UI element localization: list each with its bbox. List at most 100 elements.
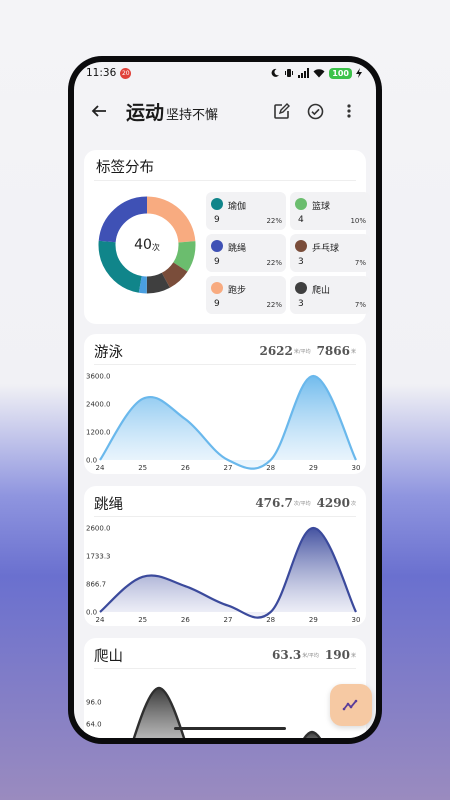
legend-count: 3 (298, 257, 304, 267)
home-indicator (174, 727, 286, 730)
card-title: 游泳 (94, 344, 123, 361)
y-tick-label: 3600.0 (86, 373, 111, 381)
x-tick-label: 28 (266, 616, 275, 624)
total-value: 7866 (316, 344, 350, 358)
legend-percent: 10% (350, 217, 366, 225)
back-button[interactable] (86, 98, 112, 124)
status-time: 11:36 (86, 67, 117, 79)
legend-name: 乒乓球 (312, 244, 340, 254)
legend-name: 爬山 (312, 286, 331, 296)
legend-item: 瑜伽 9 22% (206, 192, 286, 230)
legend-name: 跳绳 (228, 244, 247, 254)
legend-item: 爬山 3 7% (290, 276, 370, 314)
average-value: 2622 (259, 344, 293, 358)
legend-percent: 7% (354, 301, 366, 309)
trend-fab-button[interactable] (330, 684, 372, 726)
vibrate-icon (285, 69, 294, 77)
tag-distribution-card: 标签分布 40 次 瑜伽 9 22% 篮球 4 10% 跳绳 9 22% 乒乓球 3 7% 跑步 9 22%… (84, 150, 370, 324)
legend-count: 4 (298, 215, 304, 225)
confirm-button[interactable] (300, 96, 330, 126)
x-tick-label: 26 (181, 616, 190, 624)
average-unit: 次/平均 (293, 500, 311, 507)
app-bar: 运动 坚持不懈 (74, 84, 376, 138)
y-tick-label: 64.0 (86, 721, 102, 729)
legend-dot (211, 282, 223, 294)
scroll-content[interactable]: 标签分布 40 次 瑜伽 9 22% 篮球 4 10% 跳绳 9 22% 乒乓球 3 7% 跑步 9 22%… (74, 140, 376, 738)
charging-icon (356, 68, 362, 78)
legend-dot (211, 240, 223, 252)
legend-count: 9 (214, 257, 220, 267)
swimming-card: 游泳 2622 米/平均 7866 米 0.0 1200.0 2400.0 3600.0 24 25… (84, 334, 366, 474)
x-tick-label: 25 (138, 464, 147, 472)
legend-count: 9 (214, 215, 220, 225)
x-tick-label: 28 (266, 464, 275, 472)
y-tick-label: 1200.0 (86, 429, 111, 437)
average-unit: 米/平均 (293, 348, 311, 355)
more-vert-icon (347, 104, 351, 118)
legend-name: 篮球 (312, 202, 331, 212)
legend-name: 瑜伽 (228, 202, 247, 212)
back-arrow-icon (91, 105, 106, 117)
average-value: 63.3 (272, 648, 302, 662)
legend-item: 篮球 4 10% (290, 192, 370, 230)
card-header: 跳绳 476.7 次/平均 4290 次 (94, 490, 356, 516)
legend-percent: 7% (354, 259, 366, 267)
edit-icon (273, 102, 290, 119)
y-tick-label: 96.0 (86, 699, 102, 707)
x-tick-label: 30 (352, 464, 361, 472)
area-chart: 0.01200.02400.03600.024 25 26 27 28 29 30 (86, 373, 361, 473)
x-tick-label: 27 (224, 616, 233, 624)
jump-rope-card: 跳绳 476.7 次/平均 4290 次 0.0 866.7 1733.3 2600.0 24 25… (84, 486, 366, 626)
moon-icon (271, 68, 280, 77)
y-tick-label: 2600.0 (86, 525, 111, 533)
legend-item: 乒乓球 3 7% (290, 234, 370, 272)
page-subtitle: 坚持不懈 (166, 108, 219, 123)
series-area (134, 688, 184, 738)
x-tick-label: 24 (96, 464, 105, 472)
phone-frame: 11:36 20 100 运动 坚持不懈 标签分布 40 次 瑜伽 9 22% … (68, 56, 382, 744)
app-screen: 11:36 20 100 运动 坚持不懈 标签分布 40 次 瑜伽 9 22% … (74, 62, 376, 738)
signal-icon (298, 68, 310, 78)
legend-count: 3 (298, 299, 304, 309)
average-value: 476.7 (255, 496, 293, 510)
legend-item: 跑步 9 22% (206, 276, 286, 314)
wifi-icon (313, 69, 325, 78)
legend-dot (295, 282, 307, 294)
x-tick-label: 27 (224, 464, 233, 472)
hiking-card: 爬山 63.3 米/平均 190 米 64.0 96.0 (84, 638, 366, 738)
x-tick-label: 24 (96, 616, 105, 624)
legend-percent: 22% (266, 301, 282, 309)
x-tick-label: 29 (309, 616, 318, 624)
total-unit: 次 (350, 500, 356, 507)
divider (94, 180, 356, 181)
area-chart: 0.0866.71733.32600.024 25 26 27 28 29 30 (86, 525, 361, 625)
legend-dot (211, 198, 223, 210)
y-tick-label: 1733.3 (86, 553, 111, 561)
legend-percent: 22% (266, 259, 282, 267)
donut-total-unit: 次 (151, 242, 160, 252)
legend-percent: 22% (266, 217, 282, 225)
series-area (100, 376, 356, 469)
edit-button[interactable] (266, 96, 296, 126)
battery-icon: 100 (329, 67, 352, 79)
tag-distribution-title: 标签分布 (96, 160, 154, 176)
card-title: 跳绳 (94, 496, 123, 513)
series-area (100, 528, 356, 618)
x-tick-label: 26 (181, 464, 190, 472)
total-unit: 米 (350, 348, 356, 355)
notification-badge: 20 (120, 67, 132, 79)
y-tick-label: 866.7 (86, 580, 106, 588)
legend-dot (295, 198, 307, 210)
card-title: 爬山 (94, 648, 123, 665)
legend-count: 9 (214, 299, 220, 309)
y-tick-label: 2400.0 (86, 401, 111, 409)
status-bar: 11:36 20 100 (74, 62, 376, 84)
total-value: 190 (324, 648, 350, 662)
legend-dot (295, 240, 307, 252)
x-tick-label: 30 (352, 616, 361, 624)
x-tick-label: 25 (138, 616, 147, 624)
total-value: 4290 (316, 496, 350, 510)
x-tick-label: 29 (309, 464, 318, 472)
trend-chart-icon (342, 699, 358, 711)
more-button[interactable] (334, 96, 364, 126)
